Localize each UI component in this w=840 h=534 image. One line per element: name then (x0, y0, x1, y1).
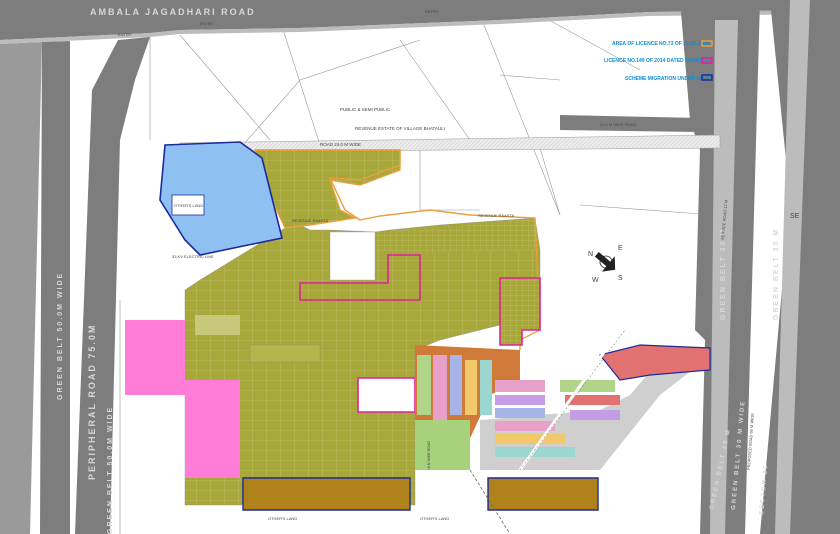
others-land-label: OTHER'S LAND (268, 516, 297, 521)
road-24m-label: ROAD 24.0 M WIDE (320, 142, 361, 147)
green-belt-label: GREEN BELT 50.0M WIDE (107, 406, 114, 534)
site-map: AMBALA JAGADHARI ROAD ENTRY ENTRY ENTRY … (0, 0, 840, 534)
others-land-label: OTHER'S LAND (174, 203, 203, 208)
compass-e: E (618, 245, 623, 252)
brown-strip (487, 477, 599, 511)
public-semi-public-label: PUBLIC & SEMI PUBLIC (340, 107, 391, 112)
compass-s: S (618, 275, 623, 282)
revenue-rasta-label: REVENUE RAASTA (292, 218, 328, 223)
green-belt-label: GREEN BELT 30 M (720, 228, 727, 320)
legend-text-2: LICENCE NO.149 OF 2014 DATED 04/09/2014 (604, 58, 710, 64)
road-18m-label: 18 M WIDE ROAD (427, 441, 431, 470)
legend-text-3: SCHEME MIGRATION UNDER DDJAY (625, 76, 714, 82)
others-land-label: OTHER'S LAND (420, 516, 449, 521)
road-24m-right-label: 24.0 M WIDE ROAD (600, 122, 637, 127)
green-belt-label: GREEN BELT 50.0M WIDE (57, 272, 64, 400)
green-belt-label: GREEN BELT 30 M (773, 228, 780, 320)
brown-strip (242, 477, 411, 511)
se-label: SE (790, 213, 800, 220)
legend-text-1: AREA OF LICENCE NO.73 OF 21-02-2009 (612, 41, 709, 47)
entry-label: ENTRY (118, 32, 132, 37)
compass-w: W (592, 277, 599, 284)
entry-label: ENTRY (425, 9, 439, 14)
compass-n: N (588, 251, 593, 258)
ambala-road-label: AMBALA JAGADHARI ROAD (90, 7, 256, 17)
revenue-estate-label: REVENUE ESTATE OF VILLAGE BHATAULI (355, 126, 445, 131)
electric-line-label: 33 KV ELECTRIC LINE (172, 254, 214, 259)
compass-icon: N E S W (588, 245, 623, 284)
eastern-plots (415, 329, 711, 471)
revenue-rasta-label: REVENUE RAASTA (478, 213, 514, 218)
peripheral-road-label: PERIPHERAL ROAD 75.0M (87, 324, 97, 480)
peripheral-road (0, 37, 150, 534)
entry-label: ENTRY (200, 21, 214, 26)
